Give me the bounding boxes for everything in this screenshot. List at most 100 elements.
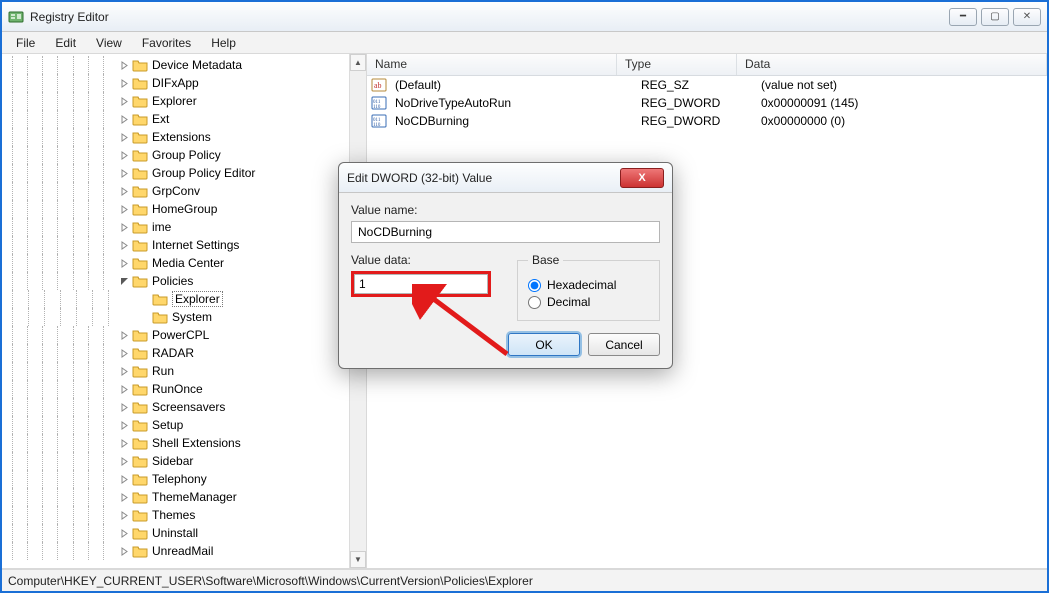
tree-item[interactable]: Group Policy	[6, 146, 349, 164]
tree-item[interactable]: GrpConv	[6, 182, 349, 200]
expand-icon[interactable]	[118, 257, 130, 269]
value-row[interactable]: 011110NoDriveTypeAutoRunREG_DWORD0x00000…	[367, 94, 1047, 112]
expand-icon[interactable]	[118, 149, 130, 161]
expand-icon[interactable]	[118, 365, 130, 377]
tree-item[interactable]: Group Policy Editor	[6, 164, 349, 182]
expand-icon[interactable]	[118, 59, 130, 71]
value-data-highlight	[351, 271, 491, 297]
tree-item[interactable]: RADAR	[6, 344, 349, 362]
expand-icon[interactable]	[118, 239, 130, 251]
tree-item[interactable]: Media Center	[6, 254, 349, 272]
radio-hex[interactable]: Hexadecimal	[528, 278, 649, 292]
tree-item[interactable]: Policies	[6, 272, 349, 290]
scroll-down-icon[interactable]: ▼	[350, 551, 366, 568]
tree-item[interactable]: Explorer	[6, 290, 349, 308]
tree-item-label: ThemeManager	[152, 490, 237, 504]
tree-item[interactable]: Themes	[6, 506, 349, 524]
expand-icon[interactable]	[118, 113, 130, 125]
tree-item[interactable]: PowerCPL	[6, 326, 349, 344]
value-data-field[interactable]	[354, 274, 488, 294]
radio-dec[interactable]: Decimal	[528, 295, 649, 309]
folder-icon	[132, 471, 148, 487]
registry-tree[interactable]: Device MetadataDIFxAppExplorerExtExtensi…	[2, 54, 349, 562]
col-data[interactable]: Data	[737, 54, 1047, 75]
status-path: Computer\HKEY_CURRENT_USER\Software\Micr…	[8, 574, 533, 588]
expand-icon[interactable]	[118, 203, 130, 215]
expand-icon[interactable]	[118, 455, 130, 467]
ok-button[interactable]: OK	[508, 333, 580, 356]
close-button[interactable]: ✕	[1013, 8, 1041, 26]
tree-item[interactable]: Setup	[6, 416, 349, 434]
folder-icon	[132, 75, 148, 91]
tree-item[interactable]: HomeGroup	[6, 200, 349, 218]
tree-item[interactable]: System	[6, 308, 349, 326]
col-name[interactable]: Name	[367, 54, 617, 75]
scroll-up-icon[interactable]: ▲	[350, 54, 366, 71]
tree-item[interactable]: Telephony	[6, 470, 349, 488]
expand-icon[interactable]	[118, 545, 130, 557]
tree-item-label: Shell Extensions	[152, 436, 241, 450]
tree-item[interactable]: Uninstall	[6, 524, 349, 542]
value-row[interactable]: ab(Default)REG_SZ(value not set)	[367, 76, 1047, 94]
status-bar: Computer\HKEY_CURRENT_USER\Software\Micr…	[2, 569, 1047, 591]
tree-item-label: Internet Settings	[152, 238, 239, 252]
expand-icon[interactable]	[118, 473, 130, 485]
expand-icon[interactable]	[118, 347, 130, 359]
tree-item-label: DIFxApp	[152, 76, 199, 90]
cancel-button[interactable]: Cancel	[588, 333, 660, 356]
folder-icon	[132, 363, 148, 379]
tree-item[interactable]: Run	[6, 362, 349, 380]
menu-help[interactable]: Help	[201, 34, 246, 52]
base-group: Base Hexadecimal Decimal	[517, 253, 660, 321]
folder-icon	[132, 219, 148, 235]
tree-item[interactable]: RunOnce	[6, 380, 349, 398]
expand-icon[interactable]	[118, 185, 130, 197]
folder-icon	[132, 165, 148, 181]
expand-icon[interactable]	[118, 77, 130, 89]
radio-dec-input[interactable]	[528, 296, 541, 309]
expand-icon[interactable]	[118, 167, 130, 179]
tree-item[interactable]: DIFxApp	[6, 74, 349, 92]
tree-item[interactable]: Shell Extensions	[6, 434, 349, 452]
svg-text:ab: ab	[374, 81, 382, 90]
value-row[interactable]: 011110NoCDBurningREG_DWORD0x00000000 (0)	[367, 112, 1047, 130]
radio-hex-input[interactable]	[528, 279, 541, 292]
expand-icon[interactable]	[118, 491, 130, 503]
expand-icon[interactable]	[118, 95, 130, 107]
expand-icon[interactable]	[118, 329, 130, 341]
base-legend: Base	[528, 253, 563, 267]
expand-icon[interactable]	[118, 437, 130, 449]
expand-icon[interactable]	[118, 419, 130, 431]
expand-icon[interactable]	[118, 221, 130, 233]
tree-item[interactable]: ThemeManager	[6, 488, 349, 506]
folder-icon	[152, 291, 168, 307]
menu-file[interactable]: File	[6, 34, 45, 52]
menu-edit[interactable]: Edit	[45, 34, 86, 52]
folder-icon	[132, 381, 148, 397]
tree-item[interactable]: UnreadMail	[6, 542, 349, 560]
menu-favorites[interactable]: Favorites	[132, 34, 201, 52]
tree-item[interactable]: Screensavers	[6, 398, 349, 416]
col-type[interactable]: Type	[617, 54, 737, 75]
tree-item[interactable]: Sidebar	[6, 452, 349, 470]
tree-item[interactable]: Internet Settings	[6, 236, 349, 254]
expand-icon[interactable]	[118, 401, 130, 413]
expand-icon[interactable]	[118, 509, 130, 521]
tree-item[interactable]: Device Metadata	[6, 56, 349, 74]
tree-item-label: Sidebar	[152, 454, 193, 468]
expand-icon[interactable]	[118, 131, 130, 143]
tree-item-label: Media Center	[152, 256, 224, 270]
collapse-icon[interactable]	[118, 275, 130, 287]
dialog-close-button[interactable]: X	[620, 168, 664, 188]
dialog-title-bar[interactable]: Edit DWORD (32-bit) Value X	[339, 163, 672, 193]
maximize-button[interactable]: ▢	[981, 8, 1009, 26]
expand-icon[interactable]	[118, 527, 130, 539]
folder-icon	[132, 453, 148, 469]
tree-item[interactable]: Explorer	[6, 92, 349, 110]
minimize-button[interactable]: ━	[949, 8, 977, 26]
expand-icon[interactable]	[118, 383, 130, 395]
tree-item[interactable]: Extensions	[6, 128, 349, 146]
tree-item[interactable]: ime	[6, 218, 349, 236]
menu-view[interactable]: View	[86, 34, 132, 52]
tree-item[interactable]: Ext	[6, 110, 349, 128]
